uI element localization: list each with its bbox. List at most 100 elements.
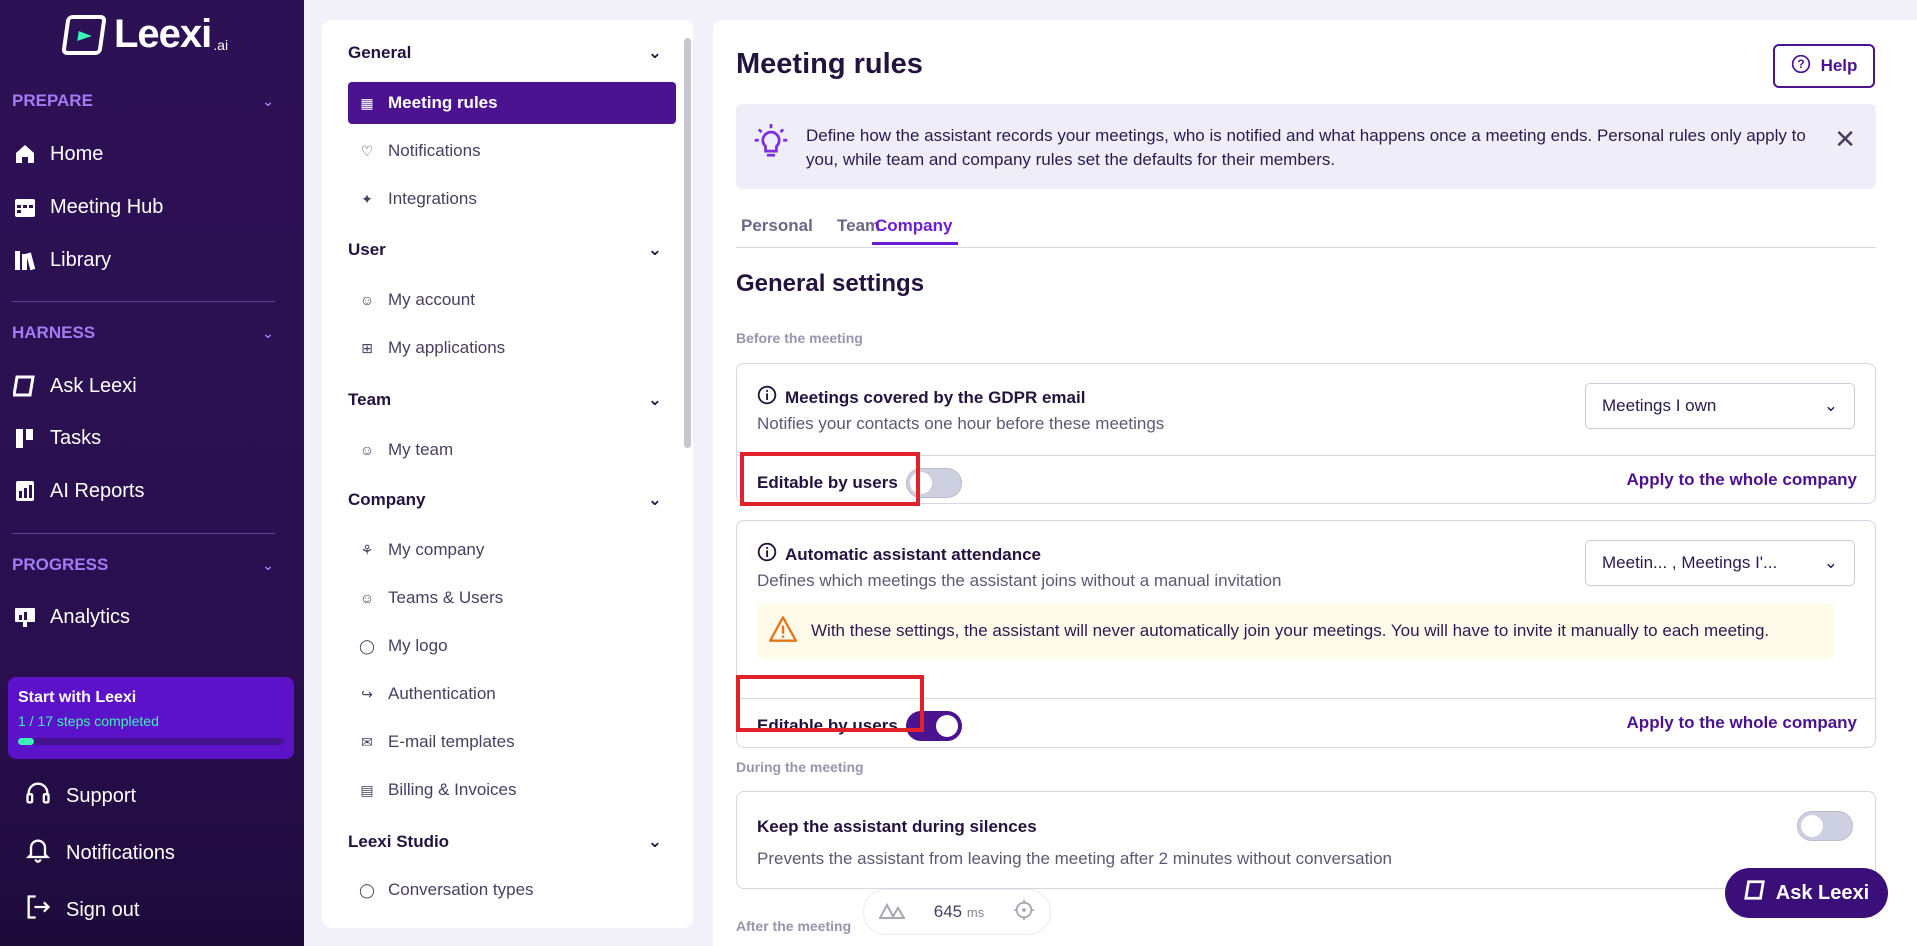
info-icon[interactable] [757, 542, 777, 567]
menu-item-label: My applications [388, 338, 506, 357]
support-link[interactable]: Support [24, 779, 136, 813]
menu-item-billing[interactable]: ▤ Billing & Invoices [348, 769, 676, 811]
menu-item-my-company[interactable]: ⚘ My company [348, 529, 676, 571]
menu-section-general[interactable]: General ⌄ [348, 43, 662, 63]
silence-description: Prevents the assistant from leaving the … [757, 849, 1392, 868]
menu-section-label: User [348, 240, 386, 259]
menu-item-label: Billing & Invoices [388, 780, 517, 799]
report-icon [12, 478, 38, 504]
menu-item-label: My logo [388, 636, 448, 655]
sidebar-item-analytics[interactable]: Analytics [12, 604, 130, 630]
during-meeting-label: During the meeting [736, 759, 864, 775]
menu-section-leexi-studio[interactable]: Leexi Studio ⌄ [348, 832, 662, 852]
attendance-description: Defines which meetings the assistant joi… [757, 571, 1282, 590]
onboarding-card[interactable]: Start with Leexi 1 / 17 steps completed [8, 677, 294, 759]
silence-toggle[interactable] [1797, 811, 1853, 841]
menu-item-my-account[interactable]: ☺ My account [348, 279, 676, 321]
sidebar-item-home[interactable]: Home [12, 141, 103, 167]
menu-section-user[interactable]: User ⌄ [348, 240, 662, 260]
scrollbar-thumb[interactable] [684, 38, 691, 448]
support-label: Support [66, 784, 137, 807]
menu-item-teams-users[interactable]: ☺ Teams & Users [348, 577, 676, 619]
tab-company[interactable]: Company [872, 216, 959, 245]
sidebar-item-label: AI Reports [50, 479, 145, 502]
menu-item-label: Teams & Users [388, 588, 504, 607]
attendance-meetings-select[interactable]: Meetin... , Meetings I'... ⌄ [1585, 540, 1855, 586]
menu-item-authentication[interactable]: ↪ Authentication [348, 673, 676, 715]
sidebar-item-meeting-hub[interactable]: Meeting Hub [12, 194, 163, 220]
menu-item-label: Integrations [388, 189, 477, 208]
sidebar-section-harness[interactable]: HARNESS ⌄ [12, 323, 274, 343]
toggle-knob [935, 715, 958, 737]
svg-text:?: ? [1797, 58, 1804, 71]
notifications-link[interactable]: Notifications [24, 836, 175, 870]
after-meeting-label: After the meeting [736, 918, 852, 934]
chevron-down-icon: ⌄ [262, 324, 274, 341]
menu-item-integrations[interactable]: ✦ Integrations [348, 178, 676, 220]
select-value: Meetings I own [1602, 396, 1717, 415]
leexi-logo[interactable]: Leexi .ai [61, 12, 228, 57]
menu-item-email-templates[interactable]: ✉ E-mail templates [348, 721, 676, 763]
highlight-box [740, 452, 920, 506]
section-label: HARNESS [12, 323, 96, 342]
attendance-apply-company-link[interactable]: Apply to the whole company [1627, 713, 1857, 733]
sign-out-link[interactable]: Sign out [24, 893, 139, 927]
render-time-value: 645 [933, 902, 963, 921]
sidebar-section-prepare[interactable]: PREPARE ⌄ [12, 91, 274, 111]
attendance-warning: With these settings, the assistant will … [757, 603, 1834, 659]
menu-section-team[interactable]: Team ⌄ [348, 390, 662, 410]
silence-title: Keep the assistant during silences [757, 817, 1037, 836]
ask-leexi-button[interactable]: Ask Leexi [1725, 868, 1888, 918]
menu-item-label: My company [388, 540, 485, 559]
help-icon: ? [1791, 54, 1811, 79]
home-icon [12, 141, 38, 167]
help-button[interactable]: ? Help [1773, 44, 1875, 88]
menu-item-my-logo[interactable]: ◯ My logo [348, 625, 676, 667]
bell-icon: ♡ [360, 142, 374, 159]
calendar-settings-icon: ▦ [360, 94, 374, 111]
gdpr-apply-company-link[interactable]: Apply to the whole company [1627, 470, 1857, 490]
chevron-down-icon: ⌄ [647, 43, 662, 62]
notifications-label: Notifications [66, 841, 175, 864]
sidebar-item-ai-reports[interactable]: AI Reports [12, 478, 144, 504]
render-time-unit: ms [966, 905, 985, 920]
menu-section-label: Team [348, 390, 392, 409]
calendar-icon [12, 194, 38, 220]
sidebar-item-label: Library [50, 248, 112, 271]
mail-icon: ✉ [361, 733, 373, 750]
menu-item-conversation-types[interactable]: ◯ Conversation types [348, 869, 676, 911]
performance-widget[interactable]: 645 ms [863, 889, 1051, 935]
palette-icon: ◯ [359, 637, 375, 654]
menu-section-company[interactable]: Company ⌄ [348, 490, 662, 510]
sidebar-item-label: Meeting Hub [50, 195, 164, 218]
chevron-down-icon: ⌄ [1823, 396, 1838, 415]
tab-personal[interactable]: Personal [741, 216, 813, 236]
menu-section-label: General [348, 43, 412, 62]
sidebar-item-library[interactable]: Library [12, 247, 111, 273]
sidebar-item-ask-leexi[interactable]: Ask Leexi [12, 373, 137, 399]
highlight-box [736, 675, 924, 732]
crosshair-icon[interactable] [1013, 899, 1035, 926]
menu-item-meeting-rules[interactable]: ▦ Meeting rules [348, 82, 676, 124]
main-content: Meeting rules ? Help Define how the assis… [713, 20, 1917, 946]
leexi-icon [12, 373, 38, 399]
sidebar-section-progress[interactable]: PROGRESS ⌄ [12, 555, 274, 575]
section-label: PREPARE [12, 91, 93, 110]
section-label: PROGRESS [12, 555, 109, 574]
chat-icon: ◯ [359, 881, 375, 898]
settings-menu: General ⌄ ▦ Meeting rules ♡ Notifications ✦… [322, 20, 693, 928]
menu-item-notifications[interactable]: ♡ Notifications [348, 130, 676, 172]
menu-item-my-team[interactable]: ☺ My team [348, 429, 676, 471]
close-icon[interactable]: ✕ [1834, 124, 1856, 155]
menu-item-my-applications[interactable]: ⊞ My applications [348, 327, 676, 369]
menu-scrollbar[interactable] [683, 20, 693, 928]
info-icon[interactable] [757, 385, 777, 410]
before-meeting-label: Before the meeting [736, 330, 863, 346]
brand-name: Leexi [114, 12, 212, 56]
login-icon: ↪ [361, 685, 373, 702]
sidebar-item-tasks[interactable]: Tasks [12, 425, 101, 451]
chevron-down-icon: ⌄ [647, 490, 662, 509]
users-icon: ☺ [359, 442, 375, 458]
attendance-title-row: Automatic assistant attendance [757, 542, 1041, 567]
gdpr-meetings-select[interactable]: Meetings I own ⌄ [1585, 383, 1855, 429]
